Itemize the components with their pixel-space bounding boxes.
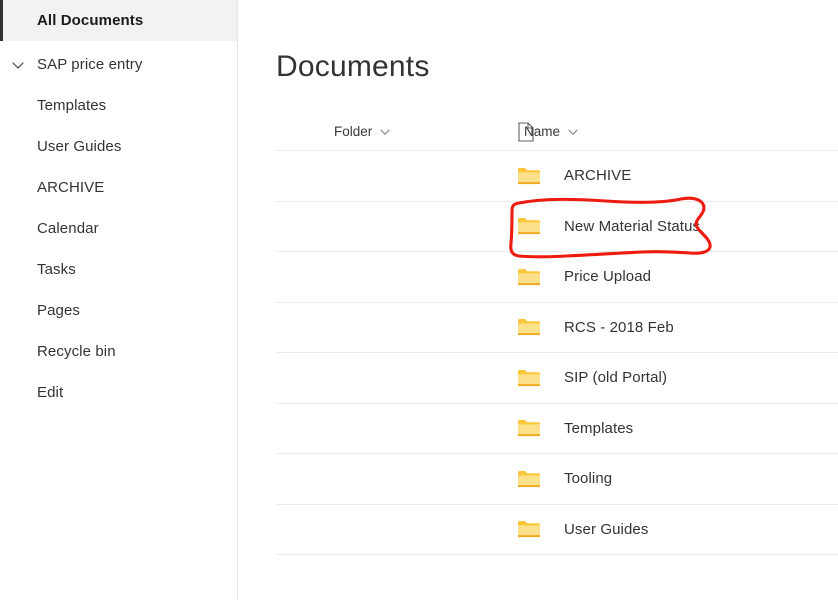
table-row[interactable]: SIP (old Portal) <box>276 353 838 404</box>
chevron-down-icon[interactable] <box>567 126 579 138</box>
column-header-name[interactable]: Name <box>524 124 579 139</box>
sidebar-item-label: Calendar <box>37 220 99 237</box>
sidebar-item-sap-price-entry[interactable]: SAP price entry <box>0 44 237 85</box>
table-row[interactable]: User Guides <box>276 505 838 555</box>
folder-icon <box>518 419 540 437</box>
folder-icon <box>518 167 540 185</box>
sidebar-item-label: Recycle bin <box>37 343 116 360</box>
sidebar-item-all-documents[interactable]: All Documents <box>0 0 237 41</box>
column-header-label: Name <box>524 124 561 139</box>
table-row[interactable]: ARCHIVE <box>276 151 838 202</box>
sidebar-item-label: ARCHIVE <box>37 179 105 196</box>
sidebar-item-label: User Guides <box>37 138 122 155</box>
table-row[interactable]: Templates <box>276 404 838 454</box>
sidebar-item-edit[interactable]: Edit <box>0 372 237 413</box>
row-name: ARCHIVE <box>564 167 632 185</box>
sharepoint-document-library: All Documents SAP price entry Templates … <box>0 0 838 600</box>
sidebar-item-user-guides[interactable]: User Guides <box>0 126 237 167</box>
main-content: Documents Folder Name ARCHIVE New Materi… <box>238 0 838 600</box>
table-row[interactable]: New Material Status <box>276 202 838 252</box>
sidebar-item-label: SAP price entry <box>37 56 143 73</box>
sidebar-item-templates[interactable]: Templates <box>0 85 237 126</box>
page-title: Documents <box>276 50 430 84</box>
row-name: Templates <box>564 419 634 437</box>
row-name: Price Upload <box>564 268 652 286</box>
column-header-folder[interactable]: Folder <box>334 124 391 139</box>
table-header: Folder Name <box>276 100 838 151</box>
row-name: RCS - 2018 Feb <box>564 318 674 336</box>
chevron-down-icon[interactable] <box>379 126 391 138</box>
table-row[interactable]: RCS - 2018 Feb <box>276 303 838 353</box>
sidebar-item-recycle-bin[interactable]: Recycle bin <box>0 331 237 372</box>
table-row[interactable]: Tooling <box>276 454 838 505</box>
sidebar-item-tasks[interactable]: Tasks <box>0 249 237 290</box>
folder-icon <box>518 318 540 336</box>
row-name: Tooling <box>564 470 613 488</box>
row-name: User Guides <box>564 520 649 538</box>
folder-icon <box>518 470 540 488</box>
sidebar-item-label: Pages <box>37 302 81 319</box>
folder-icon <box>518 268 540 286</box>
documents-table: Folder Name ARCHIVE New Material Status … <box>276 100 838 555</box>
left-navigation: All Documents SAP price entry Templates … <box>0 0 238 600</box>
sidebar-item-pages[interactable]: Pages <box>0 290 237 331</box>
sidebar-item-calendar[interactable]: Calendar <box>0 208 237 249</box>
folder-icon <box>518 520 540 538</box>
folder-icon <box>518 217 540 235</box>
chevron-down-icon[interactable] <box>10 57 26 73</box>
table-row[interactable]: Price Upload <box>276 252 838 303</box>
row-name: New Material Status <box>564 217 701 235</box>
sidebar-item-label: Edit <box>37 384 64 401</box>
folder-icon <box>518 369 540 387</box>
row-name: SIP (old Portal) <box>564 369 668 387</box>
sidebar-item-label: All Documents <box>37 12 144 29</box>
sidebar-item-label: Templates <box>37 97 107 114</box>
sidebar-item-label: Tasks <box>37 261 76 278</box>
sidebar-item-archive[interactable]: ARCHIVE <box>0 167 237 208</box>
column-header-label: Folder <box>334 124 373 139</box>
